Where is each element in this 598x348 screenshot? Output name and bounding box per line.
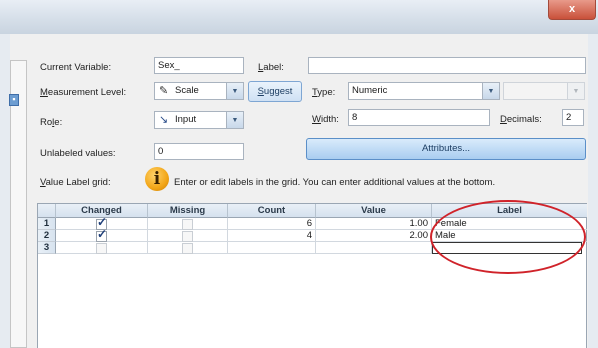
missing-cell[interactable] <box>148 242 228 254</box>
unlabeled-values-field: 0 <box>154 143 244 160</box>
chevron-down-icon[interactable]: ▼ <box>226 112 243 128</box>
title-bar <box>0 0 598 34</box>
missing-checkbox[interactable] <box>182 243 193 254</box>
suggest-button[interactable]: Suggest <box>248 81 302 102</box>
attributes-button[interactable]: Attributes... <box>306 138 586 160</box>
value-label-grid-caption: Value Label grid: <box>40 177 111 188</box>
count-cell: 4 <box>228 230 316 242</box>
decimals-field[interactable]: 2 <box>562 109 584 126</box>
label-label: Label: <box>258 62 284 73</box>
decimals-label: Decimals: <box>500 114 542 125</box>
info-icon: i <box>145 167 169 191</box>
close-button[interactable]: x <box>548 0 596 20</box>
value-cell[interactable]: 2.00 <box>316 230 432 242</box>
collapse-marker-icon[interactable]: ▪ <box>9 94 19 106</box>
measurement-level-select[interactable]: ✎ Scale ▼ <box>154 82 244 100</box>
width-field[interactable]: 8 <box>348 109 490 126</box>
grid-hint: Enter or edit labels in the grid. You ca… <box>174 177 496 188</box>
grid-corner <box>38 204 56 218</box>
role-value: Input <box>175 114 197 125</box>
input-arrow-icon: ↘ <box>159 114 169 126</box>
unlabeled-values-label: Unlabeled values: <box>40 148 116 159</box>
chevron-down-icon[interactable]: ▼ <box>226 83 243 99</box>
missing-checkbox[interactable] <box>182 219 193 230</box>
column-header-value[interactable]: Value <box>316 204 432 218</box>
changed-cell[interactable] <box>56 242 148 254</box>
role-select[interactable]: ↘ Input ▼ <box>154 111 244 129</box>
missing-cell[interactable] <box>148 218 228 230</box>
column-header-count[interactable]: Count <box>228 204 316 218</box>
missing-checkbox[interactable] <box>182 231 193 242</box>
count-cell <box>228 242 316 254</box>
chevron-down-icon[interactable]: ▼ <box>482 83 499 99</box>
changed-checkbox[interactable]: ✓ <box>96 227 108 242</box>
type-format-select: ▼ <box>503 82 585 100</box>
annotation-ellipse <box>430 200 586 274</box>
type-select[interactable]: Numeric ▼ <box>348 82 500 100</box>
type-label: Type: <box>312 87 336 98</box>
check-icon: ✓ <box>97 227 108 241</box>
width-label: Width: <box>312 114 339 125</box>
value-cell[interactable] <box>316 242 432 254</box>
type-value: Numeric <box>352 85 388 96</box>
window-frame-left <box>0 34 10 348</box>
ruler-icon: ✎ <box>159 85 169 97</box>
chevron-down-icon: ▼ <box>567 83 584 99</box>
row-header[interactable]: 1 <box>38 218 56 230</box>
row-header[interactable]: 3 <box>38 242 56 254</box>
column-header-missing[interactable]: Missing <box>148 204 228 218</box>
count-cell: 6 <box>228 218 316 230</box>
current-variable-label: Current Variable: <box>40 62 112 73</box>
role-label: Role: <box>40 117 63 128</box>
label-field[interactable] <box>308 57 586 74</box>
measurement-level-label: Measurement Level: <box>40 87 127 98</box>
missing-cell[interactable] <box>148 230 228 242</box>
current-variable-field[interactable]: Sex_ <box>154 57 244 74</box>
window-frame-right <box>588 34 598 348</box>
value-cell[interactable]: 1.00 <box>316 218 432 230</box>
measurement-level-value: Scale <box>175 85 199 96</box>
row-header[interactable]: 2 <box>38 230 56 242</box>
changed-checkbox[interactable] <box>96 243 107 254</box>
changed-cell[interactable]: ✓ <box>56 227 148 242</box>
